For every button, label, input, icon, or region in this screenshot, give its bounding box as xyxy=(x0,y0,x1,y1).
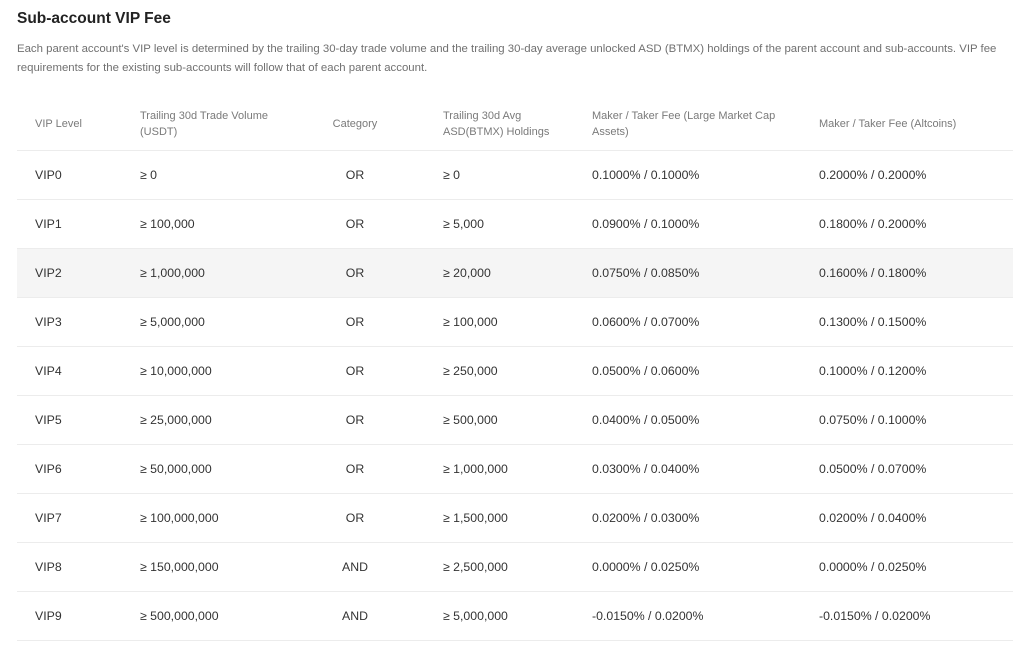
cell-category: AND xyxy=(285,542,425,592)
table-row: VIP6 ≥ 50,000,000 OR ≥ 1,000,000 0.0300% / 0… xyxy=(17,444,1013,494)
cell-fee-altcoins: -0.0150% / 0.0200% xyxy=(801,591,1013,641)
cell-avg-holdings: ≥ 1,500,000 xyxy=(425,493,574,543)
cell-avg-holdings: ≥ 250,000 xyxy=(425,346,574,396)
cell-fee-altcoins: 0.2000% / 0.2000% xyxy=(801,150,1013,200)
cell-vip-level: VIP7 xyxy=(17,493,122,543)
table-row: VIP3 ≥ 5,000,000 OR ≥ 100,000 0.0600% / 0.07… xyxy=(17,297,1013,347)
cell-avg-holdings: ≥ 20,000 xyxy=(425,248,574,298)
cell-category: OR xyxy=(285,199,425,249)
header-vip-level: VIP Level xyxy=(17,98,122,151)
table-header-row: VIP Level Trailing 30d Trade Volume (USD… xyxy=(17,98,1013,151)
cell-fee-large-cap: 0.0000% / 0.0250% xyxy=(574,542,801,592)
cell-vip-level: VIP8 xyxy=(17,542,122,592)
cell-vip-level: VIP2 xyxy=(17,248,122,298)
cell-fee-altcoins: 0.1300% / 0.1500% xyxy=(801,297,1013,347)
vip-fee-table: VIP Level Trailing 30d Trade Volume (USD… xyxy=(17,98,1013,641)
cell-category: AND xyxy=(285,591,425,641)
header-avg-holdings: Trailing 30d Avg ASD(BTMX) Holdings xyxy=(425,98,574,151)
cell-fee-large-cap: 0.0200% / 0.0300% xyxy=(574,493,801,543)
cell-category: OR xyxy=(285,444,425,494)
header-category: Category xyxy=(285,98,425,151)
cell-vip-level: VIP0 xyxy=(17,150,122,200)
cell-fee-large-cap: 0.0400% / 0.0500% xyxy=(574,395,801,445)
cell-fee-large-cap: 0.0500% / 0.0600% xyxy=(574,346,801,396)
cell-category: OR xyxy=(285,395,425,445)
cell-avg-holdings: ≥ 100,000 xyxy=(425,297,574,347)
header-fee-large-cap: Maker / Taker Fee (Large Market Cap Asse… xyxy=(574,98,801,151)
cell-fee-large-cap: 0.0750% / 0.0850% xyxy=(574,248,801,298)
cell-category: OR xyxy=(285,493,425,543)
cell-fee-altcoins: 0.0200% / 0.0400% xyxy=(801,493,1013,543)
description-text: Each parent account's VIP level is deter… xyxy=(17,43,997,74)
cell-avg-holdings: ≥ 500,000 xyxy=(425,395,574,445)
cell-fee-altcoins: 0.1800% / 0.2000% xyxy=(801,199,1013,249)
cell-vip-level: VIP3 xyxy=(17,297,122,347)
cell-avg-holdings: ≥ 1,000,000 xyxy=(425,444,574,494)
cell-category: OR xyxy=(285,297,425,347)
cell-avg-holdings: ≥ 2,500,000 xyxy=(425,542,574,592)
cell-fee-large-cap: 0.0900% / 0.1000% xyxy=(574,199,801,249)
cell-trade-volume: ≥ 1,000,000 xyxy=(122,248,285,298)
table-row: VIP9 ≥ 500,000,000 AND ≥ 5,000,000 -0.0150% … xyxy=(17,591,1013,641)
cell-fee-altcoins: 0.0500% / 0.0700% xyxy=(801,444,1013,494)
cell-fee-large-cap: 0.1000% / 0.1000% xyxy=(574,150,801,200)
table-row: VIP1 ≥ 100,000 OR ≥ 5,000 0.0900% / 0.1000% 0… xyxy=(17,199,1013,249)
cell-vip-level: VIP1 xyxy=(17,199,122,249)
cell-trade-volume: ≥ 10,000,000 xyxy=(122,346,285,396)
cell-trade-volume: ≥ 50,000,000 xyxy=(122,444,285,494)
cell-avg-holdings: ≥ 5,000 xyxy=(425,199,574,249)
cell-trade-volume: ≥ 0 xyxy=(122,150,285,200)
cell-fee-large-cap: 0.0300% / 0.0400% xyxy=(574,444,801,494)
cell-trade-volume: ≥ 150,000,000 xyxy=(122,542,285,592)
cell-fee-large-cap: -0.0150% / 0.0200% xyxy=(574,591,801,641)
cell-trade-volume: ≥ 100,000 xyxy=(122,199,285,249)
table-row: VIP7 ≥ 100,000,000 OR ≥ 1,500,000 0.0200% / … xyxy=(17,493,1013,543)
header-fee-altcoins: Maker / Taker Fee (Altcoins) xyxy=(801,98,1013,151)
header-trade-volume: Trailing 30d Trade Volume (USDT) xyxy=(122,98,285,151)
cell-trade-volume: ≥ 25,000,000 xyxy=(122,395,285,445)
cell-fee-altcoins: 0.0000% / 0.0250% xyxy=(801,542,1013,592)
cell-vip-level: VIP5 xyxy=(17,395,122,445)
cell-vip-level: VIP6 xyxy=(17,444,122,494)
cell-category: OR xyxy=(285,346,425,396)
cell-category: OR xyxy=(285,248,425,298)
cell-fee-altcoins: 0.1600% / 0.1800% xyxy=(801,248,1013,298)
table-body: VIP0 ≥ 0 OR ≥ 0 0.1000% / 0.1000% 0.2000% / 0… xyxy=(17,150,1013,641)
table-row: VIP5 ≥ 25,000,000 OR ≥ 500,000 0.0400% / 0.0… xyxy=(17,395,1013,445)
cell-vip-level: VIP9 xyxy=(17,591,122,641)
table-row: VIP4 ≥ 10,000,000 OR ≥ 250,000 0.0500% / 0.0… xyxy=(17,346,1013,396)
cell-fee-altcoins: 0.0750% / 0.1000% xyxy=(801,395,1013,445)
cell-fee-large-cap: 0.0600% / 0.0700% xyxy=(574,297,801,347)
cell-category: OR xyxy=(285,150,425,200)
page-title: Sub-account VIP Fee xyxy=(17,10,171,27)
cell-avg-holdings: ≥ 5,000,000 xyxy=(425,591,574,641)
table-row: VIP2 ≥ 1,000,000 OR ≥ 20,000 0.0750% / 0.085… xyxy=(17,248,1013,298)
cell-trade-volume: ≥ 500,000,000 xyxy=(122,591,285,641)
cell-trade-volume: ≥ 100,000,000 xyxy=(122,493,285,543)
table-row: VIP8 ≥ 150,000,000 AND ≥ 2,500,000 0.0000% /… xyxy=(17,542,1013,592)
cell-avg-holdings: ≥ 0 xyxy=(425,150,574,200)
cell-vip-level: VIP4 xyxy=(17,346,122,396)
table-row: VIP0 ≥ 0 OR ≥ 0 0.1000% / 0.1000% 0.2000% / 0… xyxy=(17,150,1013,200)
cell-fee-altcoins: 0.1000% / 0.1200% xyxy=(801,346,1013,396)
cell-trade-volume: ≥ 5,000,000 xyxy=(122,297,285,347)
